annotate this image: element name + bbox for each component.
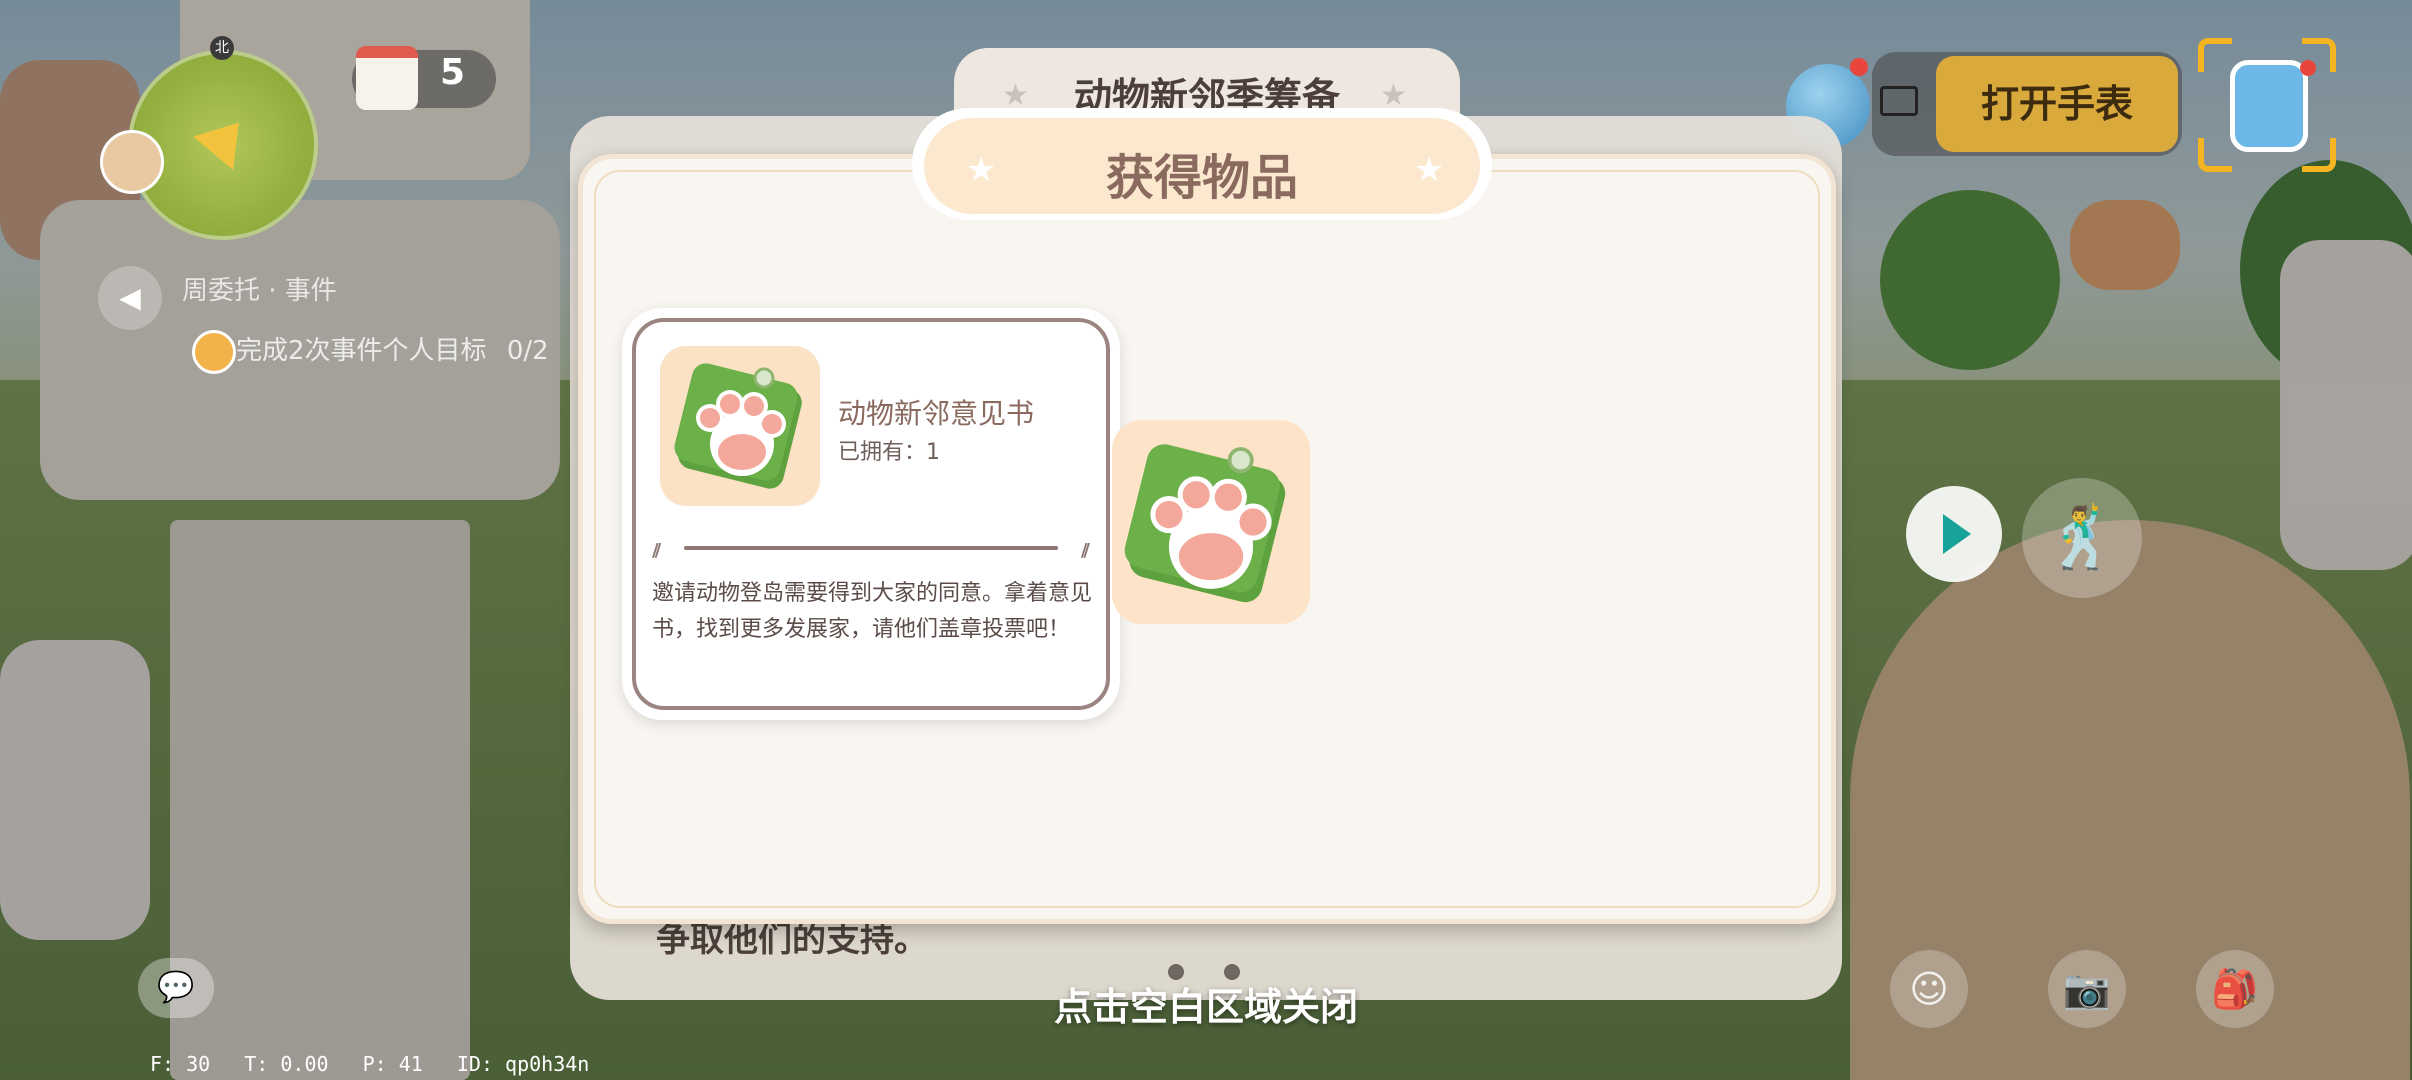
frame-corner — [2198, 38, 2232, 72]
reward-item-slot[interactable] — [1112, 420, 1310, 624]
quest-progress: 0/2 — [506, 336, 549, 366]
frame-corner — [2302, 138, 2336, 172]
divider: // // — [652, 540, 1090, 561]
calendar-count: 5 — [440, 52, 466, 93]
avatar[interactable] — [100, 130, 164, 194]
book-icon[interactable] — [1880, 86, 1918, 116]
quest-title[interactable]: 周委托 · 事件 — [182, 270, 337, 307]
emote-button[interactable]: 🕺 — [2022, 478, 2142, 598]
debug-stats: F: 30 T: 0.00 P: 41 ID: qp0h34n — [150, 1052, 611, 1076]
chat-button[interactable]: 💬 — [138, 958, 214, 1018]
minimap-north-marker: 北 — [210, 36, 234, 60]
item-description: 邀请动物登岛需要得到大家的同意。拿着意见书，找到更多发展家，请他们盖章投票吧！ — [652, 581, 1093, 642]
notification-dot — [2300, 60, 2316, 76]
paw-note-icon — [1124, 444, 1286, 603]
paw-note-icon — [674, 363, 802, 489]
divider-ornament: // — [1080, 540, 1090, 561]
item-name: 动物新邻意见书 — [838, 397, 1035, 430]
calendar-icon[interactable] — [356, 46, 418, 110]
debug-time: T: 0.00 — [244, 1052, 329, 1076]
reward-dialog-title: 获得物品 — [1105, 150, 1298, 206]
quest-collapse-button[interactable]: ◀ — [98, 266, 162, 330]
item-owned-count: 已拥有：1 — [838, 440, 940, 465]
frame-corner — [2198, 138, 2232, 172]
camera-button[interactable]: 📷 — [2048, 950, 2126, 1028]
divider-ornament: // — [652, 540, 661, 561]
debug-p: P: 41 — [362, 1052, 423, 1076]
quest-goal-text: 完成2次事件个人目标 — [236, 336, 487, 366]
notification-dot — [1850, 58, 1868, 76]
debug-id: ID: qp0h34n — [456, 1052, 590, 1076]
watch-icon[interactable] — [2230, 60, 2308, 152]
item-thumbnail — [660, 346, 820, 506]
backpack-button[interactable]: 🎒 — [2196, 950, 2274, 1028]
emoji-button[interactable]: ☺ — [1890, 950, 1968, 1028]
quest-goal[interactable]: 完成2次事件个人目标 0/2 — [236, 330, 549, 367]
play-icon — [1943, 514, 1971, 554]
close-hint: 点击空白区域关闭 — [1053, 985, 1358, 1029]
debug-fps: F: 30 — [150, 1052, 211, 1076]
medal-icon — [192, 330, 236, 374]
divider-line — [684, 546, 1058, 550]
open-watch-button[interactable]: 打开手表 — [1936, 56, 2178, 152]
